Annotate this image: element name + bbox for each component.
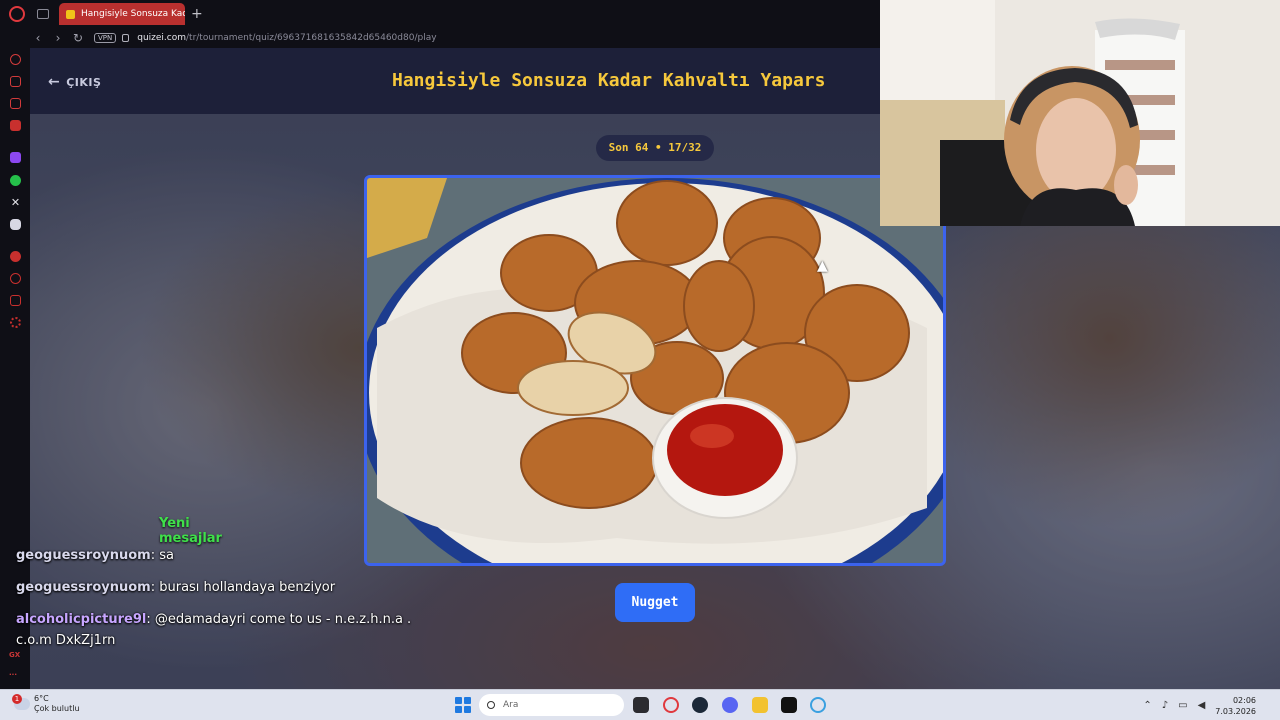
tab-title: Hangisiyle Sonsuza Kadar [81, 9, 185, 19]
chat-message: geoguessroynuom: burası hollandaya benzi… [16, 580, 335, 595]
volume-icon[interactable]: ◀ [1198, 700, 1206, 711]
chat-text: : @edamadayri come to us - n.e.z.h.n.a . [146, 612, 412, 627]
screen: Hangisiyle Sonsuza Kadar + ‹ › ↻ VPN qui… [0, 0, 1280, 720]
url-path[interactable]: /tr/tournament/quiz/696371681635842d6546… [186, 33, 437, 43]
chat-message-continued: c.o.m DxkZj1rn [16, 633, 116, 648]
weather-condition: Çok bulutlu [34, 704, 80, 713]
address-bar: ‹ › ↻ VPN quizei.com /tr/tournament/quiz… [28, 28, 880, 48]
nuggets-photo [367, 178, 943, 563]
chat-username: alcoholicpicture9l [16, 612, 147, 627]
clock[interactable]: 02:06 7.03.2026 [1215, 695, 1256, 717]
chat-username: geoguessroynuom [16, 580, 151, 595]
gx-corner-icon[interactable] [10, 76, 21, 87]
chat-message: geoguessroynuom: sa [16, 548, 174, 563]
tab-favicon-icon [66, 9, 75, 19]
tray-chevron-icon[interactable]: ⌃ [1143, 700, 1151, 711]
workspaces-icon[interactable] [37, 9, 49, 19]
microphone-icon[interactable]: ♪ [1162, 700, 1168, 711]
gx-badge: GX [9, 651, 21, 659]
notification-badge: 1 [12, 694, 22, 704]
back-icon[interactable]: ‹ [28, 31, 48, 45]
clock-time: 02:06 [1232, 695, 1256, 705]
chat-text: : burası hollandaya benziyor [150, 580, 336, 595]
extensions-icon[interactable] [10, 295, 21, 306]
gmail-icon[interactable] [10, 120, 21, 131]
weather-temp: 6°C [34, 694, 49, 703]
music-player-icon[interactable] [10, 251, 21, 262]
exit-label: ÇIKIŞ [66, 75, 102, 89]
chat-message: alcoholicpicture9l: @edamadayri come to … [16, 612, 411, 627]
reload-icon[interactable]: ↻ [68, 31, 88, 45]
opera-logo-icon[interactable] [9, 6, 25, 22]
arrow-left-icon: ← [48, 74, 61, 90]
terminal-app-icon[interactable] [781, 697, 797, 713]
vpn-badge[interactable]: VPN [94, 33, 117, 43]
cloud-icon: 1 [12, 694, 30, 710]
sidebar-more-icon[interactable]: ... [9, 669, 17, 677]
search-icon [487, 701, 495, 709]
whatsapp-icon[interactable] [10, 175, 21, 186]
browser-tabstrip: Hangisiyle Sonsuza Kadar + [0, 0, 880, 28]
chat-username: geoguessroynuom [16, 548, 151, 563]
clock-date: 7.03.2026 [1215, 706, 1256, 716]
new-tab-button[interactable]: + [191, 6, 203, 22]
exit-button[interactable]: ← ÇIKIŞ [48, 74, 101, 90]
chat-text: : sa [150, 548, 174, 563]
steam-icon[interactable] [692, 697, 708, 713]
url-host[interactable]: quizei.com [137, 33, 186, 43]
discord-taskbar-icon[interactable] [722, 697, 738, 713]
taskbar-search[interactable]: Ara [479, 694, 624, 716]
twitch-icon[interactable] [10, 152, 21, 163]
history-icon[interactable] [10, 273, 21, 284]
file-explorer-icon[interactable] [752, 697, 768, 713]
cleaner-icon[interactable] [10, 98, 21, 109]
choice-image[interactable] [364, 175, 946, 566]
settings-app-icon[interactable] [810, 697, 826, 713]
gx-control-icon[interactable] [10, 54, 21, 65]
task-view-icon[interactable] [633, 697, 649, 713]
quiz-title: Hangisiyle Sonsuza Kadar Kahvaltı Yapars [392, 70, 826, 91]
search-placeholder: Ara [503, 700, 519, 710]
browser-tab-active[interactable]: Hangisiyle Sonsuza Kadar [59, 3, 185, 25]
opera-gx-taskbar-icon[interactable] [663, 697, 679, 713]
x-twitter-icon[interactable]: ✕ [10, 197, 21, 208]
mouse-cursor-icon: ▲ [817, 258, 828, 274]
stream-chat-overlay: Yeni mesajlar geoguessroynuom: sa geogue… [0, 0, 411, 648]
round-indicator: Son 64 • 17/32 [596, 135, 714, 161]
windows-start-icon[interactable] [455, 697, 471, 713]
new-messages-label: Yeni mesajlar [159, 516, 222, 546]
webcam-image [880, 0, 1280, 226]
display-icon[interactable]: ▭ [1178, 700, 1187, 711]
weather-text: 6°C Çok bulutlu [34, 694, 80, 714]
choice-button[interactable]: Nugget [615, 583, 695, 622]
settings-gear-icon[interactable] [10, 317, 21, 328]
discord-icon[interactable] [10, 219, 21, 230]
system-tray: ⌃ ♪ ▭ ◀ 02:06 7.03.2026 [1143, 690, 1280, 720]
lock-icon[interactable] [122, 34, 130, 42]
weather-widget[interactable]: 1 6°C Çok bulutlu [12, 694, 80, 714]
forward-icon[interactable]: › [48, 31, 68, 45]
windows-taskbar: 1 6°C Çok bulutlu Ara ⌃ ♪ ▭ ◀ 02:06 7.03… [0, 689, 1280, 720]
webcam-feed [880, 0, 1280, 226]
